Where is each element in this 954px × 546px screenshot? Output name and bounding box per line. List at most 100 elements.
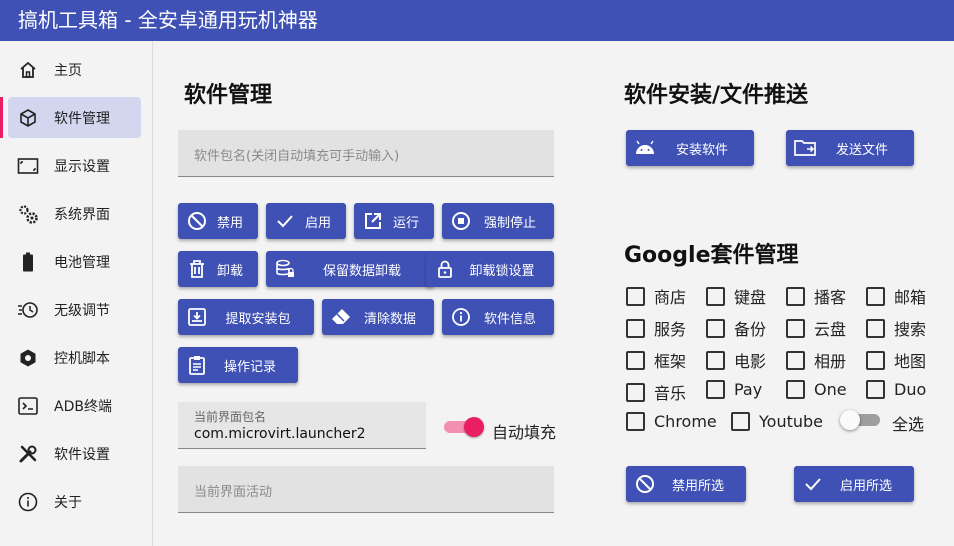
install-apk-button[interactable]: 安装软件 <box>626 130 754 166</box>
folder-send-icon <box>794 137 816 159</box>
current-package-field[interactable]: 当前界面包名 com.microvirt.launcher2 <box>178 402 426 449</box>
checkbox-box[interactable] <box>626 286 645 306</box>
autofill-label: 自动填充 <box>492 423 557 442</box>
keep-data-uninstall-button[interactable]: 保留数据卸载 <box>266 251 434 287</box>
checkbox-label: 服务 <box>654 320 687 339</box>
google-checkbox[interactable]: 搜索 <box>866 316 926 340</box>
google-checkbox[interactable]: 备份 <box>706 316 766 340</box>
sidebar-item-label: 关于 <box>54 494 82 511</box>
sidebar-item-label: 电池管理 <box>54 254 110 271</box>
sidebar-item-app-mgmt[interactable]: 软件管理 <box>0 97 141 138</box>
google-checkbox[interactable]: 商店 <box>626 284 686 308</box>
send-file-button[interactable]: 发送文件 <box>786 130 914 166</box>
clear-data-button[interactable]: 清除数据 <box>322 299 434 335</box>
checkbox-label: 备份 <box>734 320 767 339</box>
app-info-button[interactable]: 软件信息 <box>442 299 554 335</box>
checkbox-box[interactable] <box>626 318 645 338</box>
sidebar-item-label: 控机脚本 <box>54 350 110 367</box>
google-checkbox[interactable]: Duo <box>866 380 926 399</box>
google-checkbox[interactable]: Pay <box>706 380 762 399</box>
sidebar-item-label: 显示设置 <box>54 158 110 175</box>
checkbox-box[interactable] <box>626 350 645 370</box>
gears-icon <box>16 202 40 226</box>
checkbox-box[interactable] <box>706 286 725 306</box>
check-icon <box>802 473 824 495</box>
checkbox-box[interactable] <box>706 350 725 370</box>
google-checkbox[interactable]: 键盘 <box>706 284 766 308</box>
eraser-icon <box>330 306 352 328</box>
main-content: 软件管理 软件包名(关闭自动填充可手动输入) 禁用 启用 运行 强制停止 卸载 … <box>154 41 954 546</box>
uninstall-lock-button[interactable]: 卸载锁设置 <box>426 251 554 287</box>
checkbox-box[interactable] <box>786 286 805 306</box>
sidebar-item-display[interactable]: 显示设置 <box>8 145 141 186</box>
checkbox-box[interactable] <box>786 318 805 338</box>
sidebar-item-stepless[interactable]: 无级调节 <box>8 289 141 330</box>
checkbox-label: 键盘 <box>734 288 767 307</box>
google-checkbox[interactable]: Youtube <box>731 412 823 431</box>
checkbox-box[interactable] <box>866 350 885 370</box>
tools-icon <box>16 442 40 466</box>
google-checkbox[interactable]: 音乐 <box>626 380 686 404</box>
checkbox-label: 邮箱 <box>894 288 927 307</box>
sidebar-item-about[interactable]: 关于 <box>8 481 141 522</box>
checkbox-box[interactable] <box>706 380 725 399</box>
battery-icon <box>16 250 40 274</box>
sidebar-item-home[interactable]: 主页 <box>8 49 141 90</box>
enable-button[interactable]: 启用 <box>266 203 346 239</box>
extract-apk-button[interactable]: 提取安装包 <box>178 299 314 335</box>
google-checkbox[interactable]: 邮箱 <box>866 284 926 308</box>
package-name-input[interactable]: 软件包名(关闭自动填充可手动输入) <box>178 130 554 177</box>
database-lock-icon <box>274 258 296 280</box>
run-button[interactable]: 运行 <box>354 203 434 239</box>
google-checkbox[interactable]: 播客 <box>786 284 846 308</box>
select-all-toggle[interactable] <box>840 410 882 430</box>
autofill-toggle[interactable] <box>444 417 486 437</box>
cube-icon <box>16 106 40 130</box>
hexagon-icon <box>16 346 40 370</box>
window-title: 搞机工具箱 - 全安卓通用玩机神器 <box>0 0 954 41</box>
uninstall-button[interactable]: 卸载 <box>178 251 258 287</box>
google-checkbox[interactable]: 电影 <box>706 348 766 372</box>
current-package-value: com.microvirt.launcher2 <box>194 426 366 442</box>
op-log-button[interactable]: 操作记录 <box>178 347 298 383</box>
sidebar-item-scripts[interactable]: 控机脚本 <box>8 337 141 378</box>
google-checkbox[interactable]: 地图 <box>866 348 926 372</box>
current-activity-field[interactable]: 当前界面活动 <box>178 466 554 513</box>
android-icon <box>634 137 656 159</box>
check-icon <box>274 210 296 232</box>
sidebar-item-label: 软件设置 <box>54 446 110 463</box>
enable-selected-button[interactable]: 启用所选 <box>794 466 914 502</box>
checkbox-label: One <box>814 380 847 399</box>
checkbox-box[interactable] <box>626 382 645 402</box>
clock-icon <box>16 298 40 322</box>
block-icon <box>186 210 208 232</box>
checkbox-box[interactable] <box>866 318 885 338</box>
section-title-install: 软件安装/文件推送 <box>624 83 809 108</box>
checkbox-box[interactable] <box>706 318 725 338</box>
disable-button[interactable]: 禁用 <box>178 203 258 239</box>
checkbox-label: 电影 <box>734 352 767 371</box>
section-title-app-mgmt: 软件管理 <box>184 83 273 108</box>
checkbox-box[interactable] <box>866 380 885 399</box>
google-checkbox[interactable]: 服务 <box>626 316 686 340</box>
clipboard-icon <box>186 354 208 376</box>
google-checkbox[interactable]: 云盘 <box>786 316 846 340</box>
google-checkbox[interactable]: One <box>786 380 847 399</box>
sidebar-item-adb[interactable]: ADB终端 <box>8 385 141 426</box>
sidebar-item-battery[interactable]: 电池管理 <box>8 241 141 282</box>
google-checkbox[interactable]: 相册 <box>786 348 846 372</box>
checkbox-box[interactable] <box>866 286 885 306</box>
google-checkbox[interactable]: 框架 <box>626 348 686 372</box>
checkbox-box[interactable] <box>786 380 805 399</box>
checkbox-box[interactable] <box>731 412 750 431</box>
checkbox-label: 播客 <box>814 288 847 307</box>
google-checkbox[interactable]: Chrome <box>626 412 717 431</box>
sidebar-item-system-ui[interactable]: 系统界面 <box>8 193 141 234</box>
force-stop-button[interactable]: 强制停止 <box>442 203 554 239</box>
checkbox-box[interactable] <box>786 350 805 370</box>
package-name-placeholder: 软件包名(关闭自动填充可手动输入) <box>194 149 400 164</box>
sidebar-item-settings[interactable]: 软件设置 <box>8 433 141 474</box>
disable-selected-button[interactable]: 禁用所选 <box>626 466 746 502</box>
terminal-icon <box>16 394 40 418</box>
checkbox-box[interactable] <box>626 412 645 431</box>
